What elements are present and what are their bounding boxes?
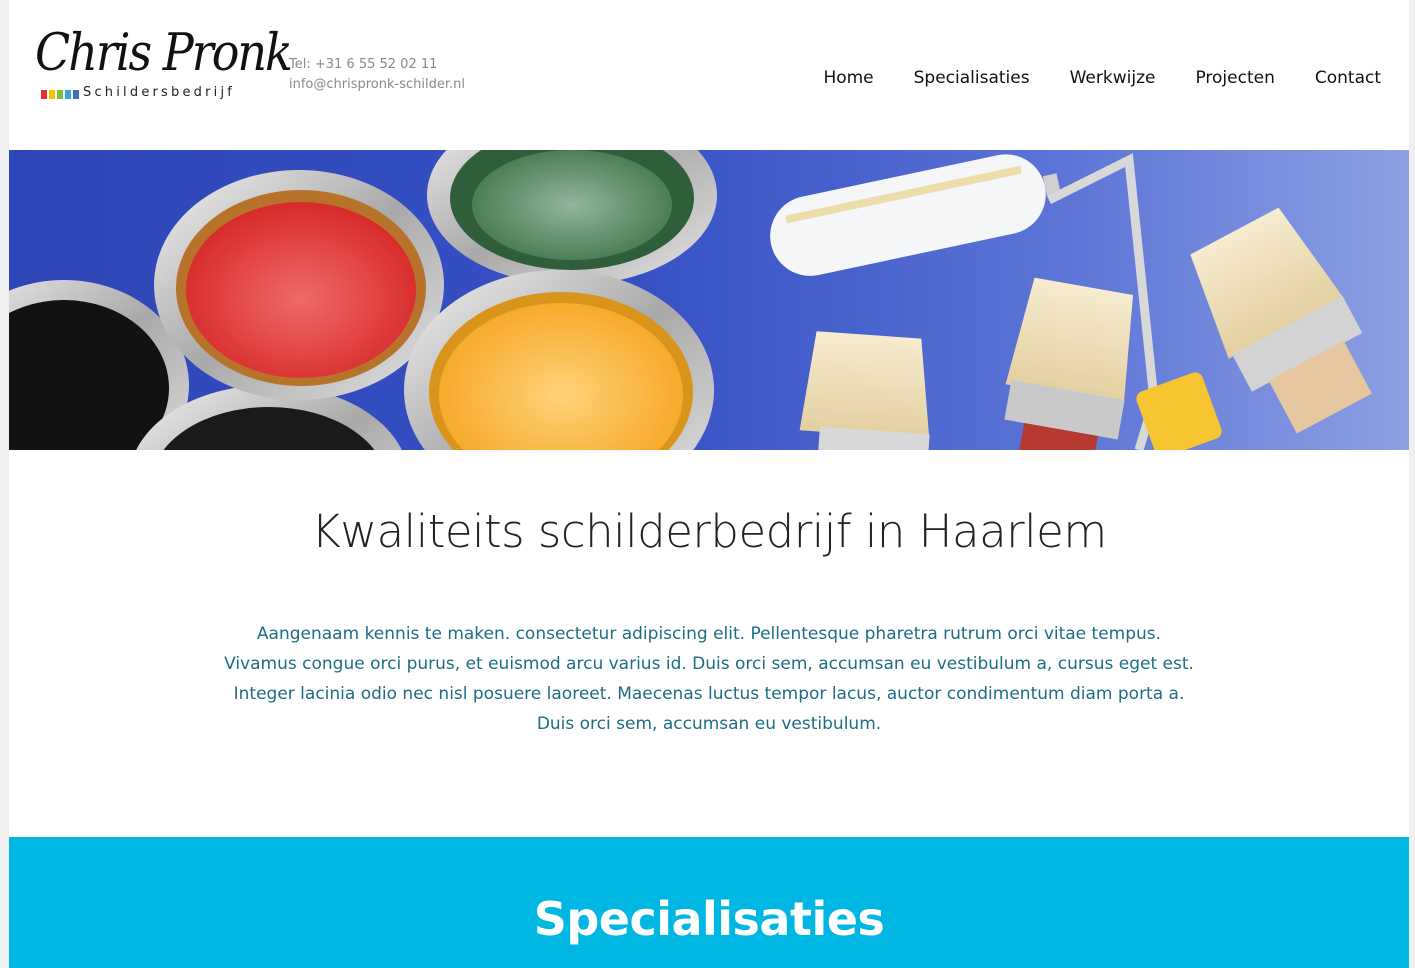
logo-color-squares bbox=[41, 90, 79, 99]
nav-item-specialisaties[interactable]: Specialisaties bbox=[914, 68, 1030, 88]
email-address: info@chrispronk-schilder.nl bbox=[289, 77, 465, 92]
phone-number: Tel: +31 6 55 52 02 11 bbox=[289, 57, 438, 72]
contact-info: Tel: +31 6 55 52 02 11 info@chrispronk-s… bbox=[289, 55, 465, 95]
logo-square bbox=[41, 90, 47, 99]
main-nav: Home Specialisaties Werkwijze Projecten … bbox=[823, 68, 1381, 88]
logo-square bbox=[73, 90, 79, 99]
logo-subtitle: Schildersbedrijf bbox=[83, 85, 236, 100]
logo-square bbox=[65, 90, 71, 99]
logo-script: Chris Pronk bbox=[35, 22, 293, 83]
nav-item-home[interactable]: Home bbox=[823, 68, 873, 88]
specialisaties-title: Specialisaties bbox=[533, 892, 885, 946]
hero-photo-illustration bbox=[9, 150, 1409, 450]
hero-image bbox=[9, 150, 1409, 450]
intro-title: Kwaliteits schilderbedrijf in Haarlem bbox=[311, 505, 1107, 558]
page: Chris Pronk Schildersbedrijf Tel: +31 6 … bbox=[9, 0, 1409, 968]
logo-square bbox=[49, 90, 55, 99]
logo-square bbox=[57, 90, 63, 99]
specialisaties-section: Specialisaties bbox=[9, 837, 1409, 968]
site-header: Chris Pronk Schildersbedrijf Tel: +31 6 … bbox=[9, 0, 1409, 150]
nav-item-werkwijze[interactable]: Werkwijze bbox=[1070, 68, 1156, 88]
nav-item-projecten[interactable]: Projecten bbox=[1195, 68, 1274, 88]
logo[interactable]: Chris Pronk Schildersbedrijf bbox=[35, 22, 293, 106]
intro-text: Aangenaam kennis te maken. consectetur a… bbox=[224, 624, 1194, 734]
nav-item-contact[interactable]: Contact bbox=[1315, 68, 1381, 88]
